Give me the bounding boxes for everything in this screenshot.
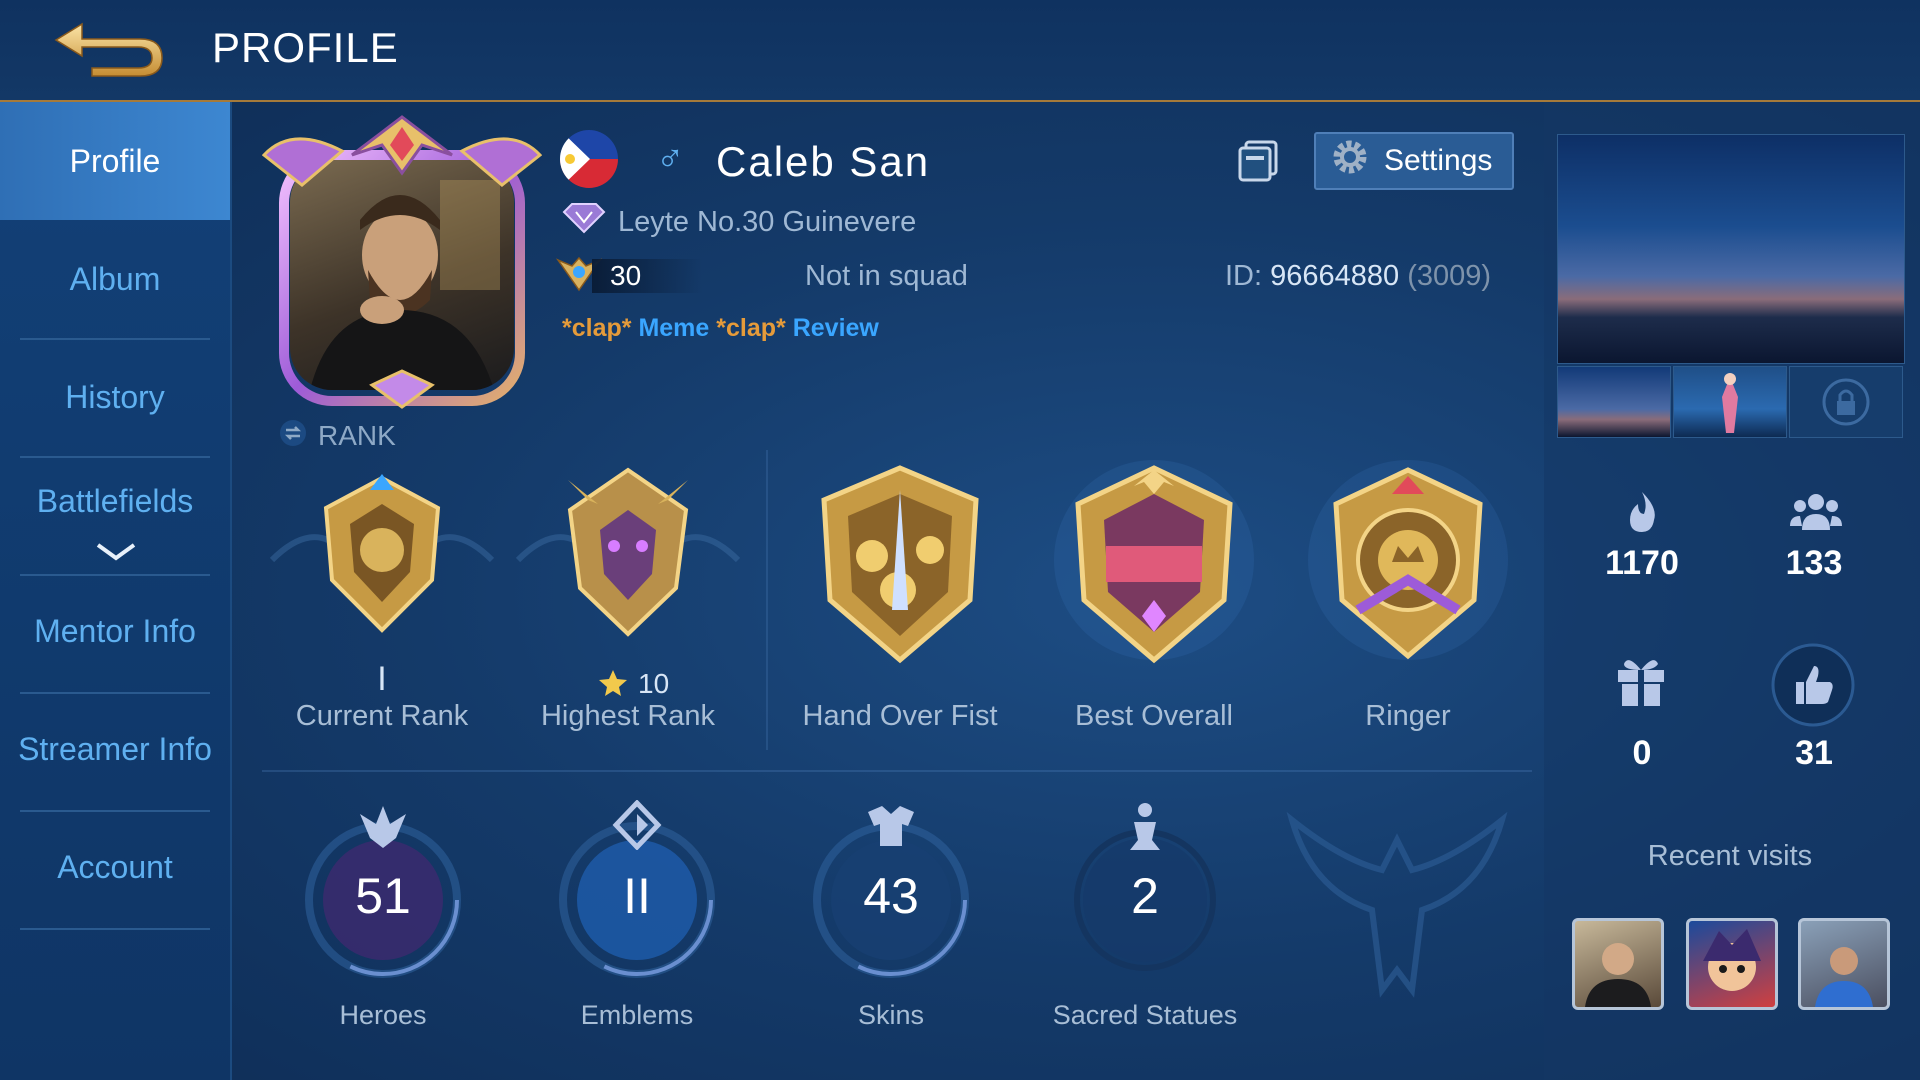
emblems-label: Emblems xyxy=(580,1000,694,1030)
gift-icon[interactable] xyxy=(1614,652,1668,713)
background-thumbnail[interactable] xyxy=(1673,366,1787,438)
highest-rank-badge-icon[interactable] xyxy=(508,460,748,720)
hand-over-fist-label: Hand Over Fist xyxy=(802,700,998,732)
recent-visitor-avatar[interactable] xyxy=(1686,918,1778,1010)
popularity-count: 1170 xyxy=(1605,544,1679,582)
current-rank-tier: I xyxy=(377,660,387,698)
signature-part: *clap* xyxy=(562,314,632,342)
hero-title-text: Leyte No.30 Guinevere xyxy=(618,205,917,238)
gifts-count: 0 xyxy=(1632,734,1652,772)
id-value: 96664880 xyxy=(1270,260,1400,292)
profile-background-preview[interactable] xyxy=(1557,134,1905,364)
background-thumbnail-locked[interactable] xyxy=(1789,366,1903,438)
page-title: PROFILE xyxy=(212,24,399,71)
title-badge-icon xyxy=(562,202,606,242)
sacred-statues-label: Sacred Statues xyxy=(1052,1000,1238,1030)
level-number: 30 xyxy=(592,259,702,293)
star-icon xyxy=(598,668,628,703)
best-overall-label: Best Overall xyxy=(1075,700,1233,732)
divider xyxy=(262,770,1532,772)
skins-label: Skins xyxy=(857,1000,925,1030)
sidebar: Profile Album History Battlefields Mento… xyxy=(0,102,232,1080)
recent-visits-title: Recent visits xyxy=(1647,840,1813,872)
heroes-count: 51 xyxy=(355,868,411,924)
signature: *clap* Meme *clap* Review xyxy=(562,314,879,343)
skins-icon xyxy=(864,804,918,853)
sidebar-item-history[interactable]: History xyxy=(0,338,230,456)
sacred-statues-count: 2 xyxy=(1131,868,1159,924)
followers-icon xyxy=(1790,492,1842,537)
hand-over-fist-badge-icon[interactable] xyxy=(780,460,1020,720)
emblems-icon xyxy=(612,799,662,855)
divider xyxy=(766,450,768,750)
signature-part: Meme xyxy=(638,314,710,342)
emblems-count: II xyxy=(623,868,651,924)
sidebar-item-mentor-info[interactable]: Mentor Info xyxy=(0,572,230,690)
ringer-label: Ringer xyxy=(1365,700,1451,732)
back-arrow-icon[interactable] xyxy=(52,18,167,80)
settings-button[interactable]: Settings xyxy=(1314,132,1514,190)
current-rank-label: Current Rank xyxy=(295,700,469,732)
flag-icon xyxy=(560,130,618,188)
server-id: (3009) xyxy=(1407,260,1492,292)
sidebar-divider xyxy=(20,928,210,930)
heroes-icon xyxy=(356,802,410,855)
male-gender-icon: ♂ xyxy=(656,138,685,180)
followers-count: 133 xyxy=(1785,544,1843,582)
settings-label: Settings xyxy=(1384,144,1493,177)
background-thumbnail[interactable] xyxy=(1557,366,1671,438)
lock-icon xyxy=(1822,378,1870,426)
highest-rank-stars: 10 xyxy=(638,668,670,699)
best-overall-badge-icon[interactable] xyxy=(1034,460,1274,720)
level-badge: 30 xyxy=(555,256,702,296)
statue-icon xyxy=(1124,800,1166,859)
sidebar-item-album[interactable]: Album xyxy=(0,220,230,338)
avatar-frame xyxy=(261,115,543,410)
signature-part: Review xyxy=(792,314,879,342)
squad-status: Not in squad xyxy=(805,260,968,292)
gear-icon xyxy=(1330,137,1370,185)
likes-count: 31 xyxy=(1795,734,1833,772)
highest-rank-label: Highest Rank xyxy=(540,700,716,732)
recent-visitor-avatar[interactable] xyxy=(1572,918,1664,1010)
sidebar-item-label: Battlefields xyxy=(36,482,194,519)
sidebar-item-streamer-info[interactable]: Streamer Info xyxy=(0,690,230,808)
recent-visitor-avatar[interactable] xyxy=(1798,918,1890,1010)
swap-icon[interactable] xyxy=(278,418,308,455)
id-label: ID: xyxy=(1225,260,1263,292)
hero-title: Leyte No.30 Guinevere xyxy=(562,200,916,244)
thumbs-up-icon[interactable] xyxy=(1770,642,1856,733)
heroes-label: Heroes xyxy=(339,1000,427,1030)
signature-part: *clap* xyxy=(716,314,786,342)
sidebar-item-account[interactable]: Account xyxy=(0,808,230,926)
ringer-badge-icon[interactable] xyxy=(1288,460,1528,720)
player-name: Caleb San xyxy=(716,138,931,185)
player-id: ID: 96664880 (3009) xyxy=(1225,260,1491,293)
rank-label-text: RANK xyxy=(318,420,396,451)
copy-icon[interactable] xyxy=(1236,138,1280,182)
skins-count: 43 xyxy=(863,868,919,924)
rank-label: RANK xyxy=(278,418,396,454)
sidebar-item-profile[interactable]: Profile xyxy=(0,102,230,220)
chevron-down-icon[interactable] xyxy=(96,542,136,567)
eagle-emblem-icon xyxy=(1282,800,1512,1005)
fire-icon xyxy=(1622,490,1662,539)
